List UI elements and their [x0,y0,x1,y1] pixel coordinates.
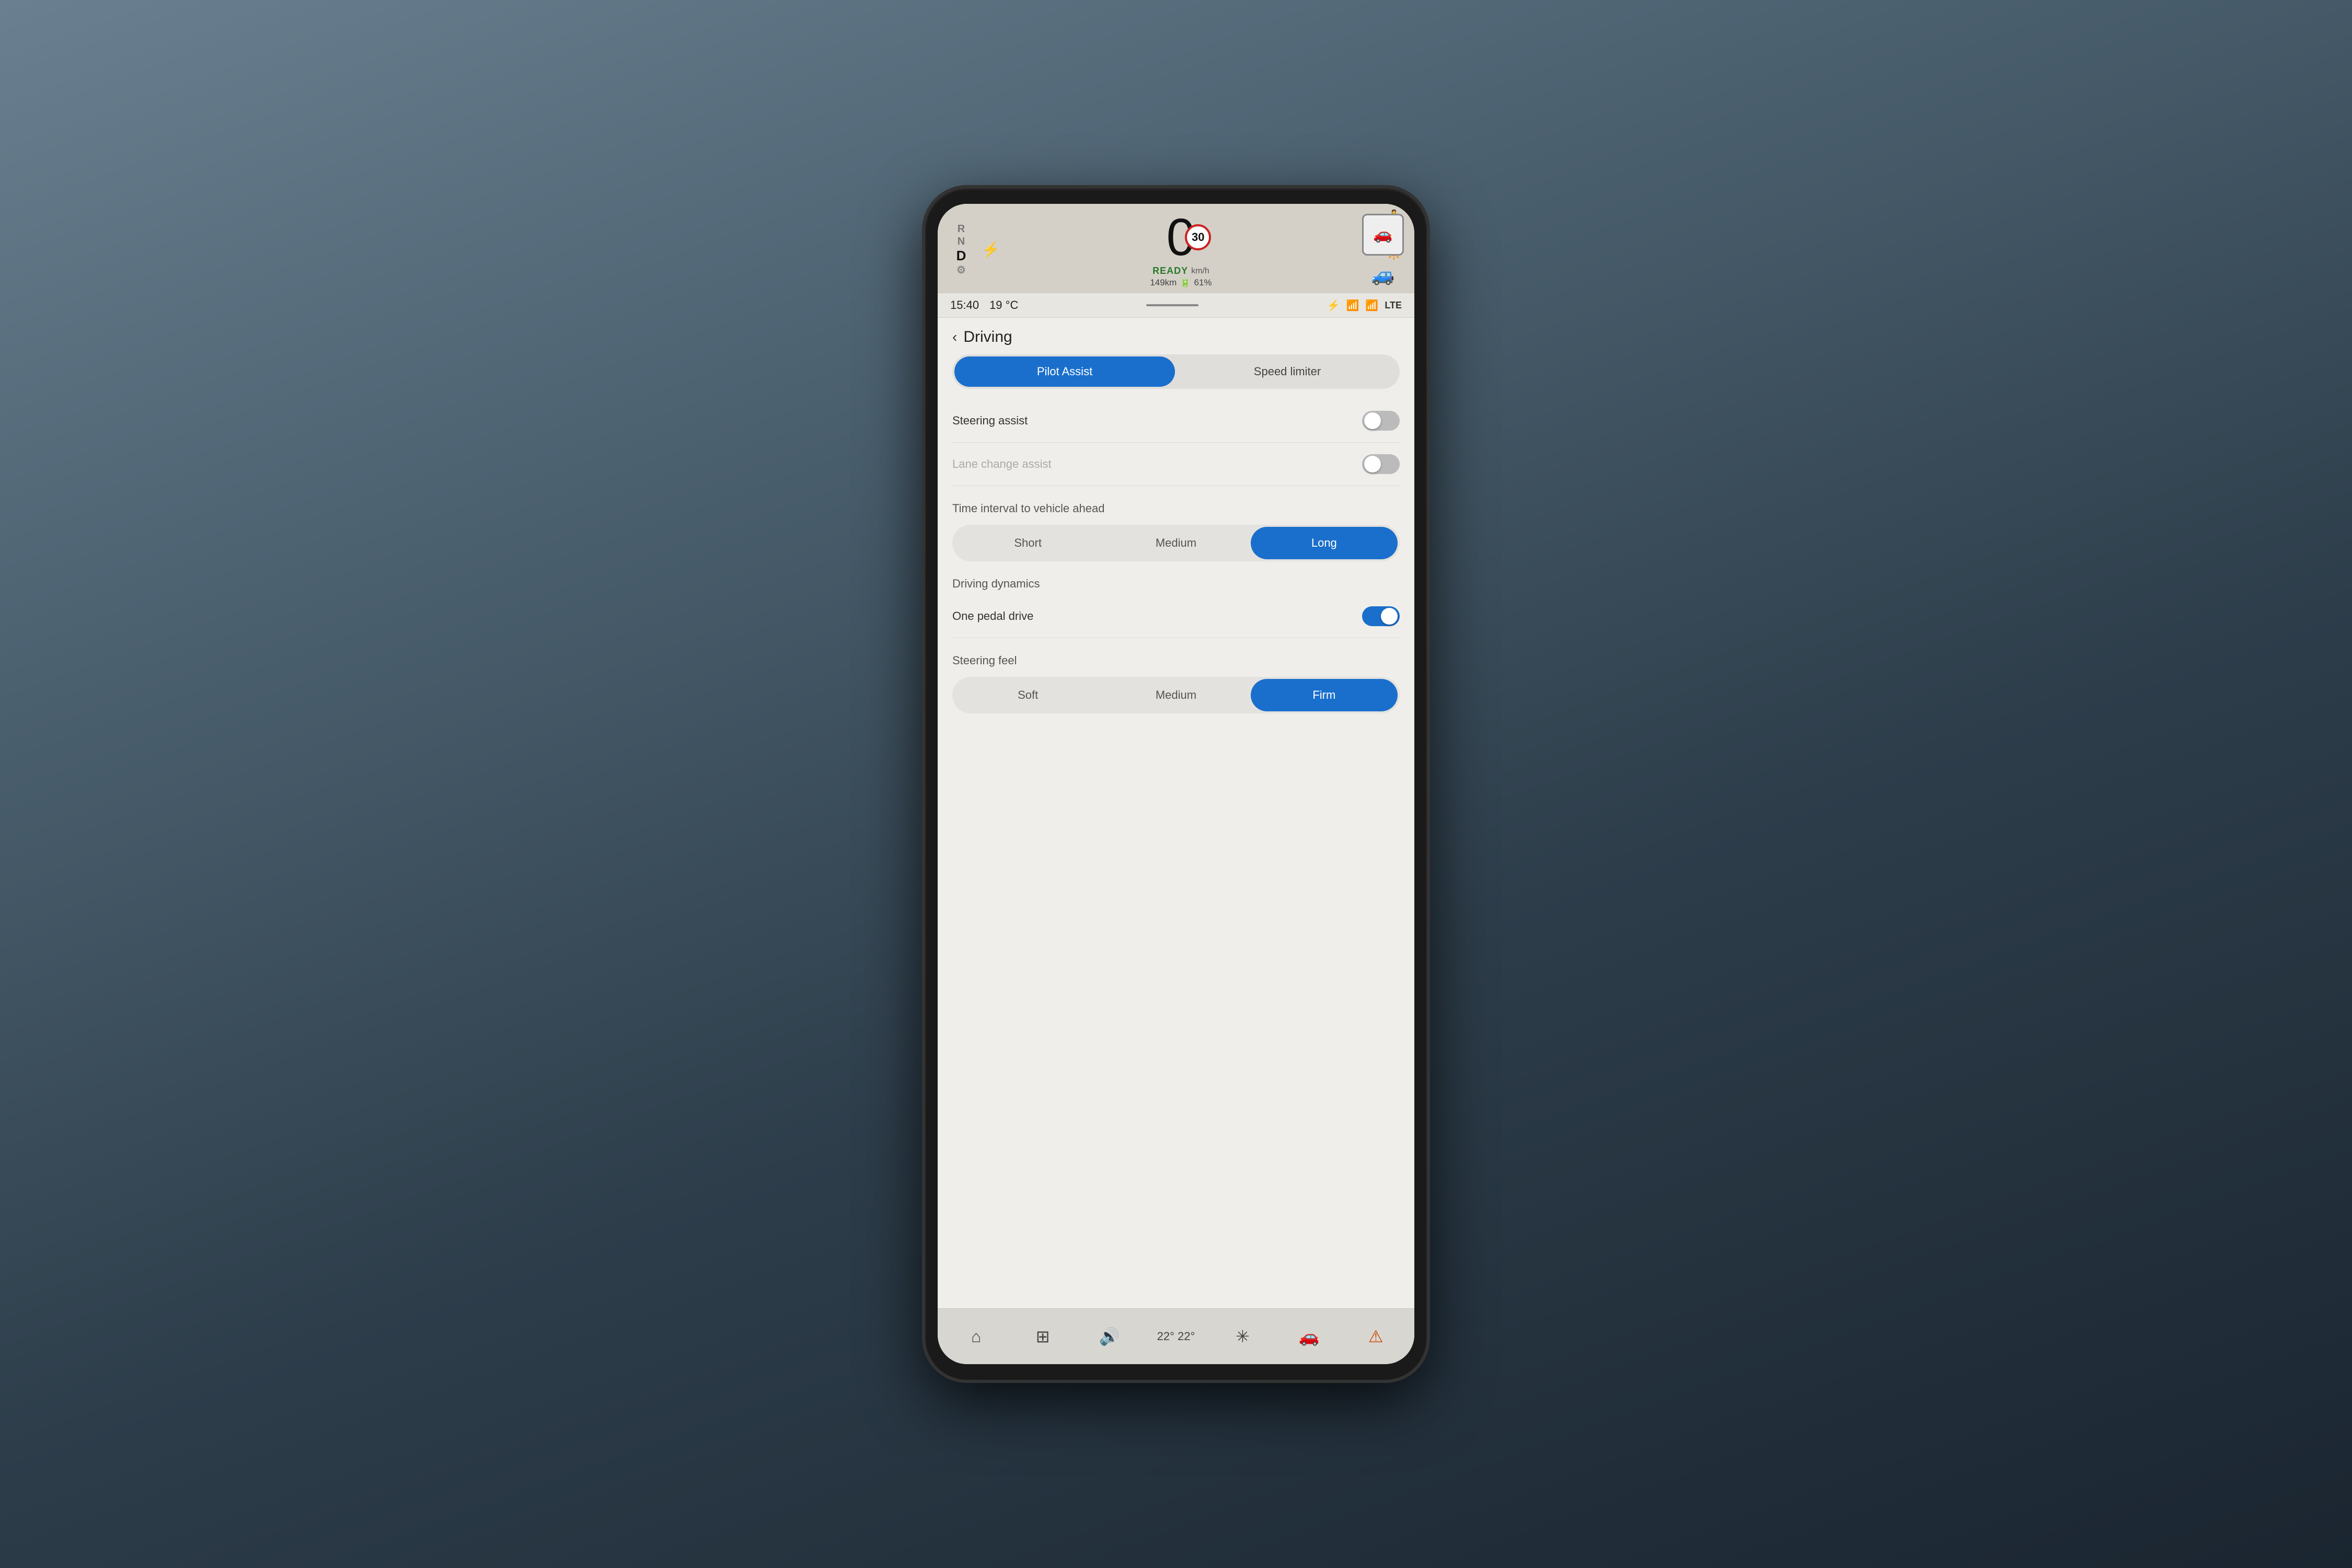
wifi-icon: 📶 [1346,299,1359,312]
instrument-cluster: 🧍 ⬛ 🔆 R N D ⚙ ⚡ 0 30 [938,204,1414,293]
time-medium-btn[interactable]: Medium [1102,527,1249,559]
nav-audio[interactable]: 🔊 [1083,1318,1136,1355]
tab-speed-limiter[interactable]: Speed limiter [1177,356,1398,387]
toggle-knob-pedal [1381,608,1398,625]
tablet-screen: 🧍 ⬛ 🔆 R N D ⚙ ⚡ 0 30 [938,204,1414,1364]
bottom-navigation: ⌂ ⊞ 🔊 22° 22° ✳ 🚗 [938,1308,1414,1364]
gear-display: R N D ⚙ [948,223,974,276]
gear-icon: ⚙ [956,264,966,276]
lane-change-assist-label: Lane change assist [952,457,1052,471]
steering-firm-btn[interactable]: Firm [1251,679,1398,711]
range-display: 149km [1150,278,1177,288]
battery-pct: 61% [1194,278,1212,288]
tab-pilot-assist[interactable]: Pilot Assist [954,356,1175,387]
status-separator [1146,304,1198,306]
warning-icon: ⚠ [1368,1327,1383,1346]
nav-home[interactable]: ⌂ [950,1318,1002,1355]
driving-dynamics-section: One pedal drive [938,595,1414,638]
toggle-knob-lane [1364,456,1381,472]
home-icon: ⌂ [971,1327,981,1346]
apps-icon: ⊞ [1036,1327,1050,1346]
dashboard-background: 🧍 ⬛ 🔆 R N D ⚙ ⚡ 0 30 [0,0,2352,1568]
back-button[interactable]: ‹ [952,329,957,345]
cluster-right-icons: 🚗 🚙 [1362,214,1404,286]
driving-dynamics-header: Driving dynamics [938,567,1414,595]
status-bar: 15:40 19 °C ⚡ 📶 📶 LTE [938,293,1414,318]
climate-icon: 22° 22° [1157,1330,1195,1343]
time-short-btn[interactable]: Short [954,527,1101,559]
ready-status: READY [1152,266,1188,276]
speed-unit: km/h [1191,267,1209,276]
ev-charging-icon: ⚡ [982,241,1000,258]
gear-d: D [956,248,966,264]
battery-info: 149km 🔋 61% [1150,278,1212,288]
time-long-btn[interactable]: Long [1251,527,1398,559]
lane-change-toggle[interactable] [1362,454,1400,474]
steering-medium-btn[interactable]: Medium [1102,679,1249,711]
speed-limit-badge: 30 [1185,224,1211,250]
audio-icon: 🔊 [1099,1327,1120,1346]
signal-bars-icon: 📶 [1365,299,1378,312]
steering-feel-header: Steering feel [938,643,1414,672]
battery-icon: 🔋 [1180,278,1191,288]
status-time: 15:40 [950,298,979,312]
gear-n: N [958,235,965,248]
lane-change-assist-row: Lane change assist [952,443,1400,486]
tablet-mount: 🧍 ⬛ 🔆 R N D ⚙ ⚡ 0 30 [889,157,1463,1411]
page-title: Driving [963,328,1012,346]
nav-warning[interactable]: ⚠ [1350,1318,1402,1355]
fan-icon: ✳ [1236,1327,1250,1346]
status-temperature: 19 °C [989,298,1018,312]
toggle-knob [1364,412,1381,429]
time-interval-selector: Short Medium Long [952,525,1400,561]
one-pedal-toggle[interactable] [1362,606,1400,626]
time-interval-header: Time interval to vehicle ahead [938,491,1414,520]
tablet-device: 🧍 ⬛ 🔆 R N D ⚙ ⚡ 0 30 [925,188,1427,1380]
steering-soft-btn[interactable]: Soft [954,679,1101,711]
steering-feel-selector: Soft Medium Firm [952,677,1400,713]
steering-assist-toggle[interactable] [1362,411,1400,431]
car-icon: 🚗 [1299,1327,1320,1346]
one-pedal-drive-row: One pedal drive [952,595,1400,638]
steering-assist-label: Steering assist [952,414,1028,428]
nav-header: ‹ Driving [938,318,1414,354]
nav-car[interactable]: 🚗 [1283,1318,1335,1355]
status-right-icons: ⚡ 📶 📶 LTE [1327,299,1402,312]
seat-display-icon: 🚗 [1362,214,1404,256]
nav-fan[interactable]: ✳ [1216,1318,1269,1355]
steering-assist-section: Steering assist Lane change assist [938,399,1414,486]
steering-assist-row: Steering assist [952,399,1400,443]
tab-bar: Pilot Assist Speed limiter [952,354,1400,389]
main-content: ‹ Driving Pilot Assist Speed limiter Ste… [938,318,1414,1308]
gear-r: R [958,223,965,235]
bluetooth-icon: ⚡ [1327,299,1340,312]
speed-section: 0 30 READY km/h 149km 🔋 61% [1005,211,1357,288]
lte-indicator: LTE [1385,300,1402,311]
one-pedal-drive-label: One pedal drive [952,609,1033,623]
car-profile-icon: 🚙 [1371,264,1395,286]
nav-apps[interactable]: ⊞ [1017,1318,1069,1355]
nav-climate[interactable]: 22° 22° [1150,1318,1202,1355]
